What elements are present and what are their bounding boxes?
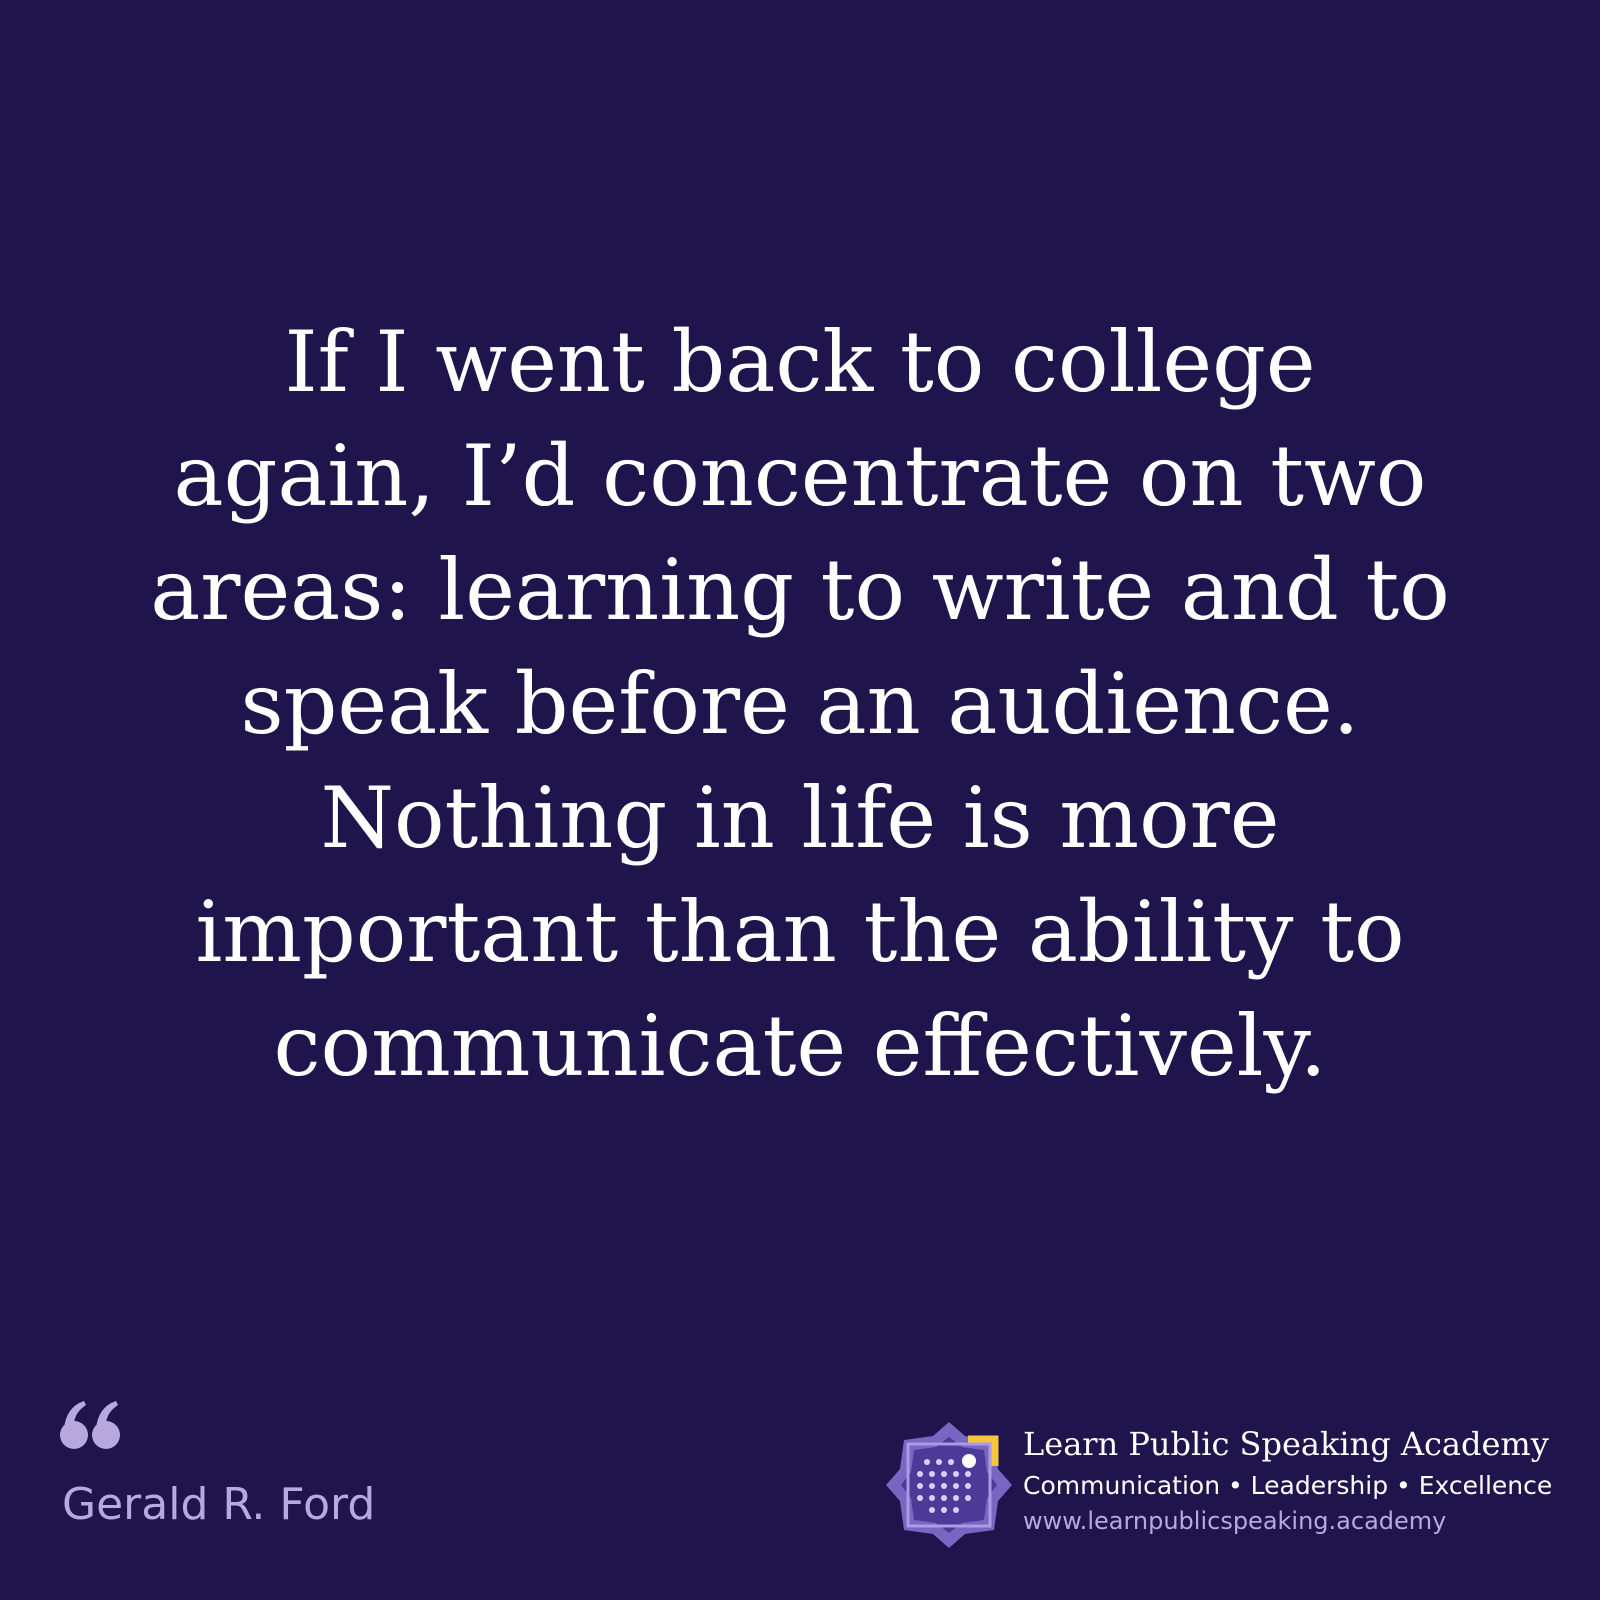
- quote-card: { "colors": { "background": "#20144d", "…: [0, 0, 1600, 1600]
- quote-text: If I went back to college again, I’d con…: [150, 313, 1450, 1095]
- brand-tagline: Communication • Leadership • Excellence: [1023, 1471, 1553, 1500]
- brand-url: www.learnpublicspeaking.academy: [1023, 1507, 1447, 1535]
- brand-logo-icon: [886, 1422, 1012, 1548]
- quote-mark-icon: [60, 1401, 120, 1449]
- author-name: Gerald R. Ford: [62, 1479, 376, 1530]
- brand-name: Learn Public Speaking Academy: [1023, 1425, 1549, 1463]
